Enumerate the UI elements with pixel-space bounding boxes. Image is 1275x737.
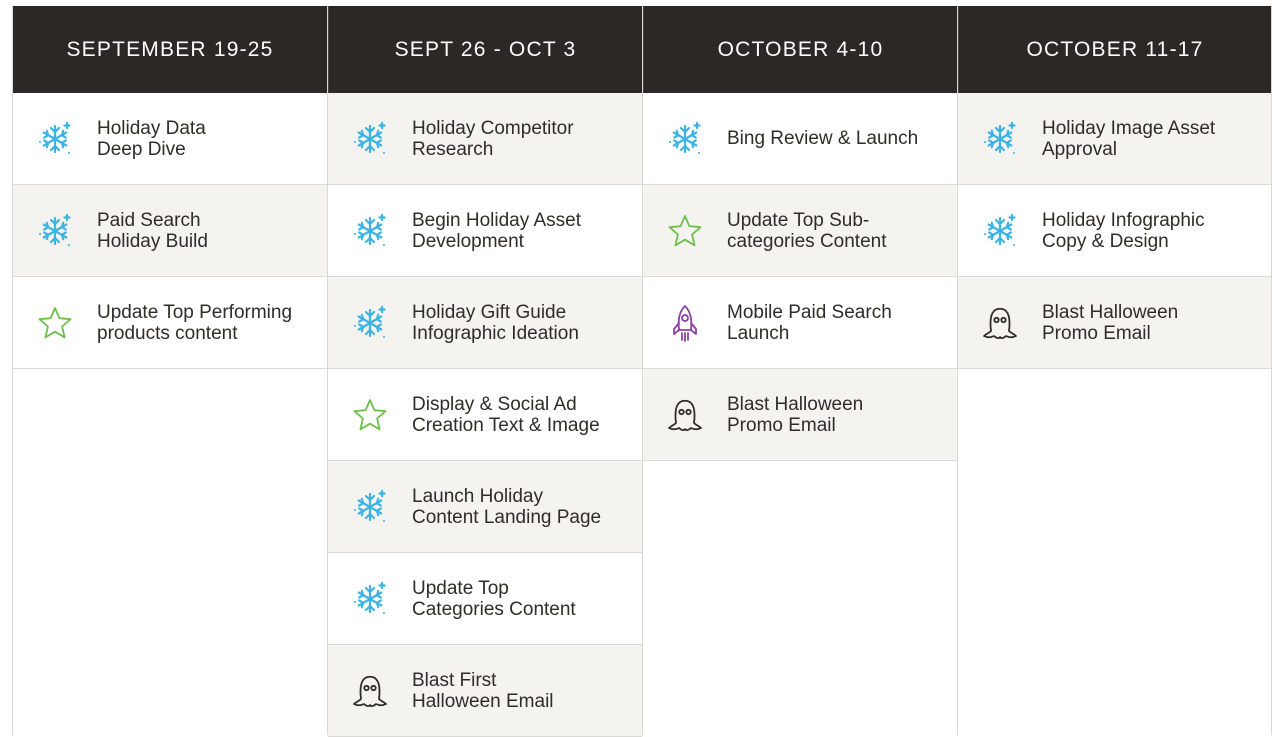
task-card[interactable]: Blast Halloween Promo Email [643,369,957,461]
task-label: Holiday Competitor Research [412,117,574,160]
task-label: Holiday Image Asset Approval [1042,117,1216,160]
task-label: Blast First Halloween Email [412,669,554,712]
task-card[interactable]: Holiday Gift Guide Infographic Ideation [328,277,642,369]
ghost-icon [958,303,1042,343]
task-card[interactable]: Blast Halloween Promo Email [958,277,1271,369]
task-card[interactable]: Display & Social Ad Creation Text & Imag… [328,369,642,461]
task-card[interactable]: Update Top Sub- categories Content [643,185,957,277]
ghost-icon [328,671,412,711]
star-icon [328,396,412,434]
task-label: Mobile Paid Search Launch [727,301,892,344]
week-header: OCTOBER 11-17 [958,6,1271,93]
task-label: Holiday Gift Guide Infographic Ideation [412,301,579,344]
week-header: SEPTEMBER 19-25 [13,6,327,93]
task-label: Holiday Infographic Copy & Design [1042,209,1205,252]
task-card[interactable]: Update Top Categories Content [328,553,642,645]
week-column: OCTOBER 4-10 Bing Review & Launch Update… [642,6,957,735]
task-label: Display & Social Ad Creation Text & Imag… [412,393,600,436]
calendar-board: SEPTEMBER 19-25 Holiday Data Deep Dive P… [12,6,1272,737]
task-card[interactable]: Holiday Competitor Research [328,93,642,185]
task-card[interactable]: Update Top Performing products content [13,277,327,369]
week-header: SEPT 26 - OCT 3 [328,6,642,93]
task-label: Update Top Categories Content [412,577,576,620]
snowflake-icon [958,120,1042,158]
week-column: SEPTEMBER 19-25 Holiday Data Deep Dive P… [12,6,327,735]
star-icon [13,304,97,342]
week-column: OCTOBER 11-17 Holiday Image Asset Approv… [957,6,1272,735]
star-icon [643,212,727,250]
week-header: OCTOBER 4-10 [643,6,957,93]
snowflake-icon [328,580,412,618]
snowflake-icon [13,212,97,250]
task-label: Blast Halloween Promo Email [727,393,864,436]
snowflake-icon [643,120,727,158]
task-label: Launch Holiday Content Landing Page [412,485,602,528]
task-card[interactable]: Mobile Paid Search Launch [643,277,957,369]
task-card[interactable]: Paid Search Holiday Build [13,185,327,277]
task-card[interactable]: Holiday Data Deep Dive [13,93,327,185]
snowflake-icon [328,304,412,342]
snowflake-icon [13,120,97,158]
task-card[interactable]: Launch Holiday Content Landing Page [328,461,642,553]
snowflake-icon [328,212,412,250]
task-card[interactable]: Blast First Halloween Email [328,645,642,737]
task-card[interactable]: Holiday Image Asset Approval [958,93,1271,185]
task-label: Paid Search Holiday Build [97,209,208,252]
task-label: Update Top Sub- categories Content [727,209,887,252]
task-label: Blast Halloween Promo Email [1042,301,1179,344]
week-column: SEPT 26 - OCT 3 Holiday Competitor Resea… [327,6,642,737]
task-label: Update Top Performing products content [97,301,293,344]
task-card[interactable]: Bing Review & Launch [643,93,957,185]
task-card[interactable]: Begin Holiday Asset Development [328,185,642,277]
task-label: Holiday Data Deep Dive [97,117,206,160]
task-card[interactable]: Holiday Infographic Copy & Design [958,185,1271,277]
snowflake-icon [328,488,412,526]
task-label: Bing Review & Launch [727,128,919,149]
rocket-icon [643,303,727,343]
task-label: Begin Holiday Asset Development [412,209,581,252]
snowflake-icon [958,212,1042,250]
snowflake-icon [328,120,412,158]
ghost-icon [643,395,727,435]
